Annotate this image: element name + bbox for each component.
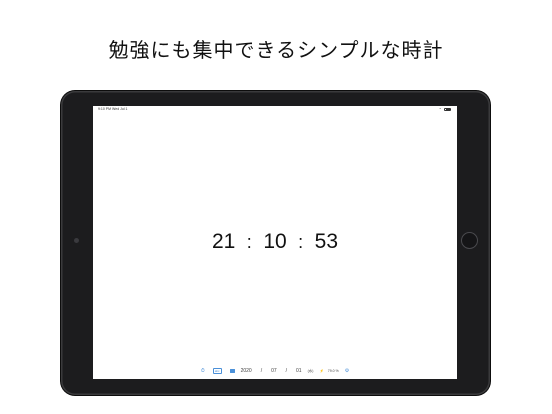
clock-hours: 21 [211,230,236,253]
clock-separator: : [246,231,252,252]
battery-level: 79.0 % [327,369,339,373]
date-separator: / [285,368,288,374]
settings-icon[interactable]: ⚙ [345,368,349,374]
date-day: 01 [296,368,302,374]
app-store-screenshot: 勉強にも集中できるシンプルな時計 9:10 PM Wed Jul 1 ◔ 21 … [0,0,552,414]
wifi-icon: ◔ [438,106,441,111]
clock-separator: : [298,231,304,252]
clock-seconds: 53 [314,230,339,253]
image-icon[interactable] [229,369,235,373]
device-screen: 9:10 PM Wed Jul 1 ◔ 21 : 10 : 53 ⏱ abc 2… [93,106,457,379]
ipad-device-frame: 9:10 PM Wed Jul 1 ◔ 21 : 10 : 53 ⏱ abc 2… [61,91,490,395]
date-month: 07 [271,368,277,374]
font-style-button[interactable]: abc [212,368,222,374]
date-year: 2020 [240,368,252,374]
digital-clock: 21 : 10 : 53 [93,230,457,254]
home-button[interactable] [461,232,478,249]
front-camera-icon [74,238,79,243]
charging-bolt-icon: ⚡ [319,369,324,373]
status-bar: 9:10 PM Wed Jul 1 ◔ [93,107,457,113]
clock-minutes: 10 [263,230,287,253]
bottom-toolbar: ⏱ abc 2020 / 07 / 01 (水) ⚡ 79.0 % ⚙ [93,366,457,376]
status-time-date: 9:10 PM Wed Jul 1 [98,107,128,111]
timer-icon[interactable]: ⏱ [201,368,205,374]
promo-headline: 勉強にも集中できるシンプルな時計 [108,38,444,62]
date-weekday: (水) [307,368,314,373]
date-separator: / [260,368,263,374]
battery-icon [444,107,451,111]
status-right-group: ◔ [439,107,451,111]
